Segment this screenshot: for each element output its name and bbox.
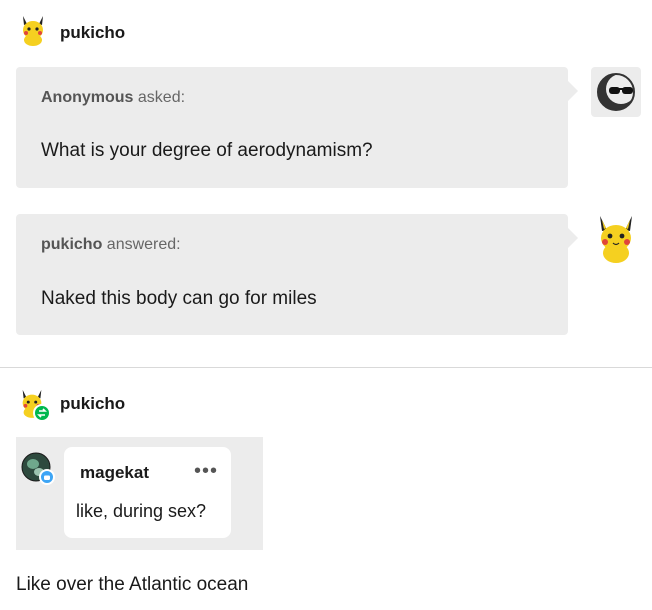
pikachu-icon — [600, 216, 632, 263]
answer-text: Naked this body can go for miles — [41, 288, 317, 309]
question-asker-line: Anonymous asked: — [41, 89, 185, 107]
bubble-arrow — [568, 228, 578, 248]
question-text: What is your degree of aerodynamism? — [41, 140, 373, 161]
commenter-username[interactable]: magekat — [80, 463, 149, 483]
comment-card: magekat ••• like, during sex? — [64, 447, 231, 538]
pikachu-icon — [23, 16, 43, 46]
post-username[interactable]: pukicho — [60, 23, 125, 43]
reblogged-comment-image: magekat ••• like, during sex? — [16, 437, 263, 550]
sunglasses-anon-avatar-icon — [597, 73, 636, 111]
bubble-arrow — [568, 81, 578, 101]
reblog-caption: Like over the Atlantic ocean — [16, 574, 249, 595]
post-divider — [0, 367, 652, 368]
post-header-avatar[interactable] — [18, 14, 48, 46]
chat-badge-icon — [39, 469, 55, 485]
reblog-icon — [33, 404, 51, 422]
answerer-avatar[interactable] — [593, 214, 639, 264]
question-bubble: Anonymous asked: What is your degree of … — [16, 67, 578, 188]
anon-avatar[interactable] — [591, 67, 641, 117]
answerer-name: pukicho — [41, 236, 103, 253]
reblog-username[interactable]: pukicho — [60, 394, 125, 414]
asked-label: asked: — [137, 89, 186, 106]
asker-name: Anonymous — [41, 89, 134, 106]
comment-text: like, during sex? — [76, 501, 207, 521]
commenter-avatar[interactable] — [21, 452, 55, 486]
reblog-avatar[interactable] — [18, 388, 52, 422]
answer-bubble: pukicho answered: Naked this body can go… — [16, 214, 578, 335]
answer-author-line: pukicho answered: — [41, 236, 181, 254]
more-options-icon[interactable]: ••• — [194, 460, 218, 483]
answered-label: answered: — [106, 236, 181, 253]
